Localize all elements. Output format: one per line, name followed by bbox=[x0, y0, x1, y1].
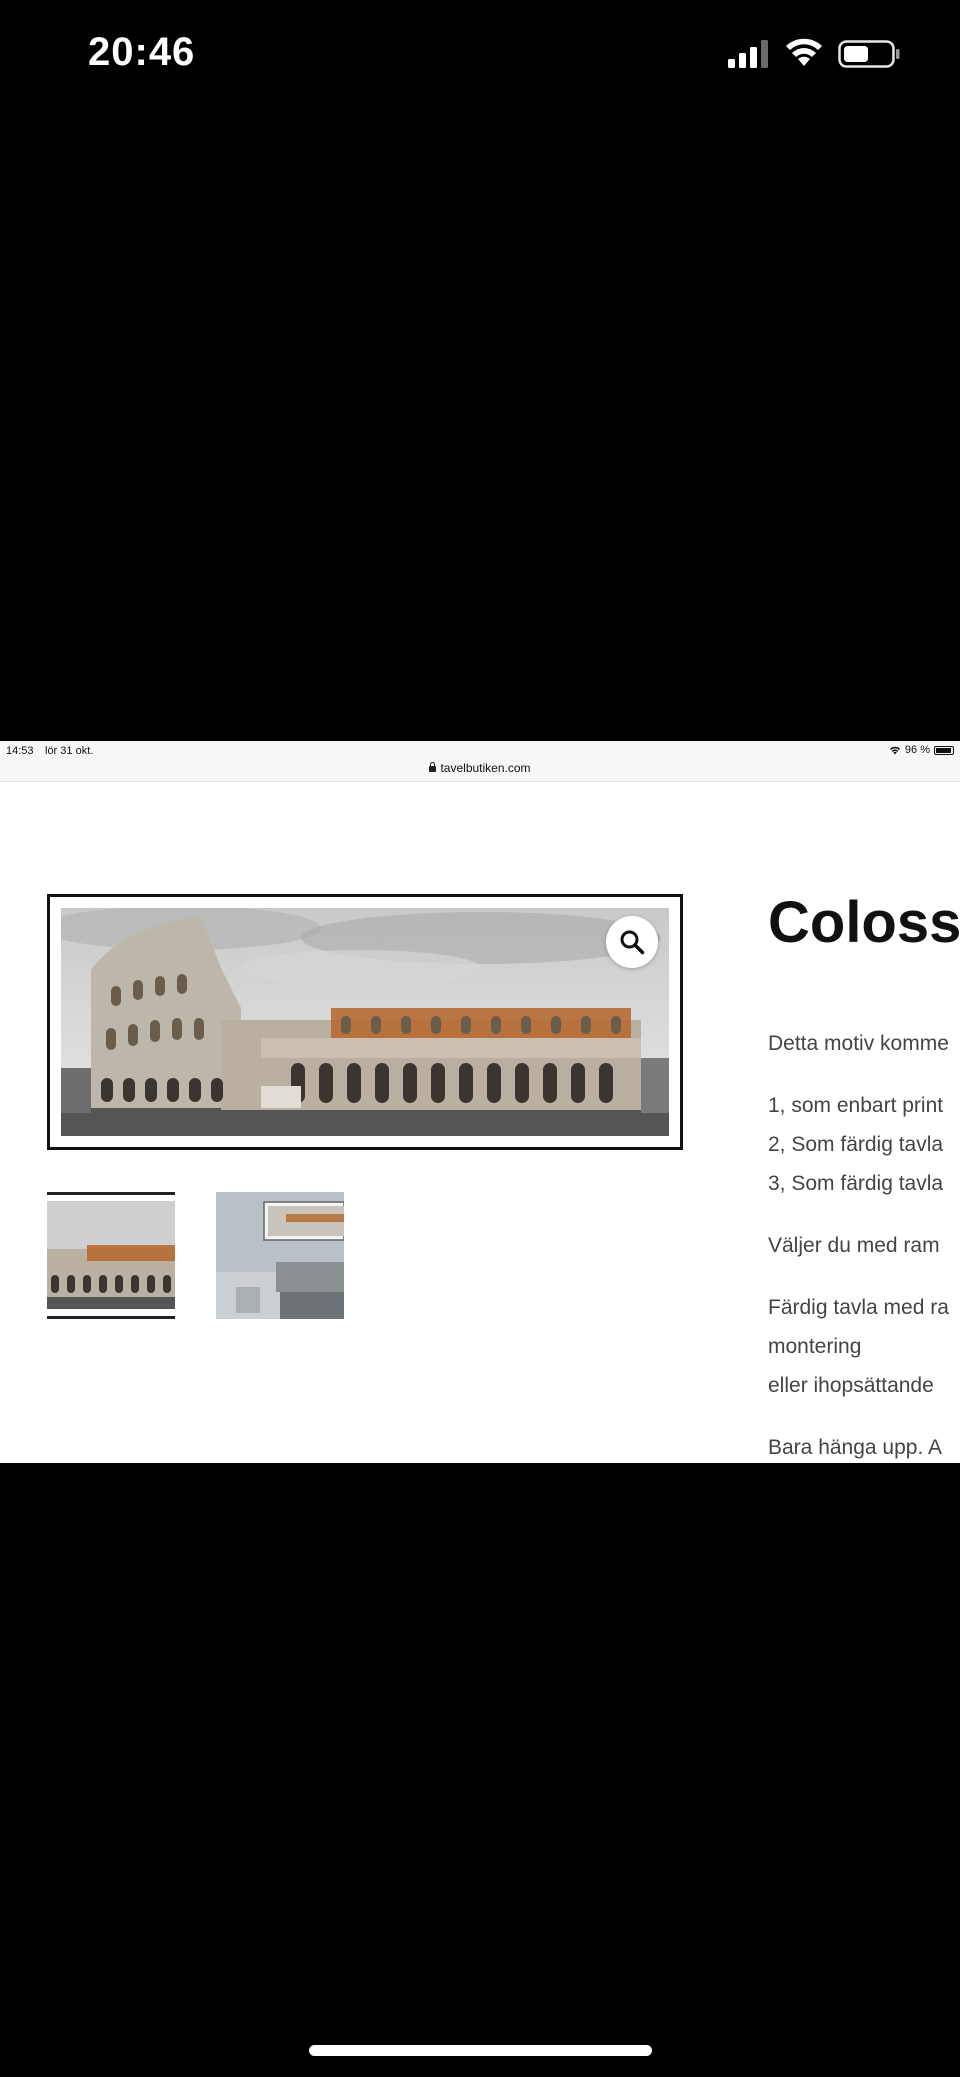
ipad-date: lör 31 okt. bbox=[45, 745, 94, 757]
zoom-button[interactable] bbox=[606, 916, 658, 968]
ipad-clock: 14:53 bbox=[6, 745, 34, 757]
product-description-line: Färdig tavla med ra bbox=[768, 1296, 949, 1319]
product-description-line: Bara hänga upp. A bbox=[768, 1436, 942, 1459]
product-description-line: Detta motiv komme bbox=[768, 1032, 949, 1055]
address-url: tavelbutiken.com bbox=[440, 761, 531, 775]
lock-icon bbox=[429, 762, 437, 772]
ipad-status-bar: 14:53 lör 31 okt. tavelbutiken.com 96 % bbox=[0, 741, 960, 782]
wifi-icon bbox=[889, 746, 900, 754]
phone-status-bar: 20:46 bbox=[0, 0, 960, 110]
product-description-line: montering bbox=[768, 1335, 862, 1358]
wifi-icon bbox=[786, 38, 822, 66]
gallery-thumbnail[interactable] bbox=[47, 1192, 175, 1319]
colosseum-thumbnail-image bbox=[47, 1195, 175, 1316]
home-indicator[interactable] bbox=[309, 2045, 652, 2056]
battery-icon bbox=[838, 40, 900, 68]
search-icon bbox=[620, 930, 645, 955]
gallery-thumbnail-room[interactable] bbox=[216, 1192, 344, 1319]
ipad-status-right: 96 % bbox=[889, 744, 954, 756]
colosseum-image bbox=[61, 908, 669, 1136]
product-description-line: Väljer du med ram bbox=[768, 1234, 940, 1257]
product-description-line: 3, Som färdig tavla bbox=[768, 1172, 944, 1195]
signal-icon bbox=[728, 40, 768, 68]
product-main-image[interactable] bbox=[47, 894, 683, 1150]
phone-screen: 20:46 14:53 lör 31 okt. tavelbutiken.com bbox=[0, 0, 960, 2077]
product-description-line: 2, Som färdig tavla bbox=[768, 1133, 944, 1156]
battery-icon bbox=[934, 745, 954, 755]
room-mockup-thumbnail-image bbox=[216, 1192, 344, 1319]
product-title: Coloss bbox=[768, 890, 960, 955]
embedded-screenshot: 14:53 lör 31 okt. tavelbutiken.com 96 % bbox=[0, 741, 960, 1463]
address-bar[interactable]: tavelbutiken.com bbox=[0, 761, 960, 775]
product-description-line: eller ihopsättande bbox=[768, 1374, 934, 1397]
product-description-line: 1, som enbart print bbox=[768, 1094, 944, 1117]
phone-clock: 20:46 bbox=[88, 30, 196, 74]
battery-percent: 96 % bbox=[904, 744, 930, 756]
